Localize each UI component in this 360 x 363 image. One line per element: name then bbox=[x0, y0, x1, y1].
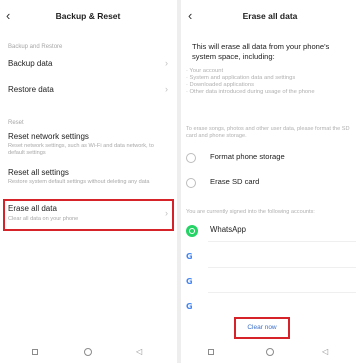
reset-network-label: Reset network settings bbox=[8, 132, 89, 141]
chevron-right-icon: › bbox=[165, 58, 168, 68]
screen-divider bbox=[177, 0, 181, 363]
backup-reset-screen: ‹ Backup & Reset Backup and Restore Back… bbox=[0, 0, 176, 363]
header: ‹ Backup & Reset bbox=[0, 8, 176, 24]
divider bbox=[208, 292, 356, 293]
erase-all-label: Erase all data bbox=[8, 204, 57, 213]
circle-icon[interactable] bbox=[266, 348, 274, 356]
clear-now-button[interactable]: Clear now bbox=[234, 317, 290, 339]
erase-all-data-screen: ‹ Erase all data This will erase all dat… bbox=[182, 0, 358, 363]
list-item: · Downloaded applications bbox=[186, 82, 254, 88]
circle-icon[interactable] bbox=[84, 348, 92, 356]
radio-button[interactable] bbox=[186, 178, 196, 188]
format-phone-option[interactable]: Format phone storage bbox=[186, 151, 354, 165]
list-item: · Your account bbox=[186, 68, 224, 74]
restore-data-label: Restore data bbox=[8, 85, 54, 94]
radio-button[interactable] bbox=[186, 153, 196, 163]
format-note: To erase songs, photos and other user da… bbox=[186, 126, 350, 139]
list-item: · Other data introduced during usage of … bbox=[186, 89, 315, 95]
accounts-note: You are currently signed into the follow… bbox=[186, 209, 315, 215]
reset-all-desc: Restore system default settings without … bbox=[8, 179, 150, 185]
triangle-back-icon[interactable]: ◁ bbox=[136, 347, 142, 357]
header: ‹ Erase all data bbox=[182, 8, 358, 24]
chevron-right-icon: › bbox=[165, 208, 168, 218]
erase-all-desc: Clear all data on your phone bbox=[8, 216, 79, 222]
erase-sd-option[interactable]: Erase SD card bbox=[186, 176, 354, 190]
reset-network-desc: Reset network settings, such as Wi-Fi an… bbox=[8, 143, 154, 156]
google-icon: G bbox=[186, 277, 193, 286]
restore-data-item[interactable]: Restore data › bbox=[0, 82, 176, 98]
reset-all-label: Reset all settings bbox=[8, 168, 69, 177]
format-phone-label: Format phone storage bbox=[210, 152, 285, 161]
backup-data-label: Backup data bbox=[8, 59, 53, 68]
page-title: Erase all data bbox=[242, 11, 298, 21]
section-header-backup: Backup and Restore bbox=[8, 44, 63, 50]
triangle-back-icon[interactable]: ◁ bbox=[322, 347, 328, 357]
section-header-reset: Reset bbox=[8, 120, 24, 126]
chevron-right-icon: › bbox=[165, 84, 168, 94]
google-icon: G bbox=[186, 302, 193, 311]
whatsapp-icon bbox=[186, 225, 198, 237]
square-icon[interactable] bbox=[208, 349, 214, 355]
erase-items-list: · Your account · System and application … bbox=[186, 68, 350, 96]
divider bbox=[208, 241, 356, 242]
reset-all-item[interactable]: Reset all settings Restore system defaul… bbox=[0, 167, 176, 197]
erase-all-data-item[interactable]: Erase all data Clear all data on your ph… bbox=[0, 203, 176, 227]
nav-bar: ◁ bbox=[0, 345, 176, 359]
account-whatsapp: WhatsApp bbox=[186, 224, 356, 242]
google-icon: G bbox=[186, 252, 193, 261]
account-google: G bbox=[186, 250, 356, 268]
account-google: G bbox=[186, 275, 356, 293]
erase-sd-label: Erase SD card bbox=[210, 177, 260, 186]
square-icon[interactable] bbox=[32, 349, 38, 355]
nav-bar: ◁ bbox=[182, 345, 358, 359]
list-item: · System and application data and settin… bbox=[186, 75, 296, 81]
backup-data-item[interactable]: Backup data › bbox=[0, 56, 176, 72]
erase-warning-text: This will erase all data from your phone… bbox=[192, 42, 330, 61]
account-google: G bbox=[186, 300, 356, 314]
whatsapp-label: WhatsApp bbox=[210, 225, 246, 234]
divider bbox=[208, 267, 356, 268]
page-title: Backup & Reset bbox=[55, 11, 121, 21]
reset-network-item[interactable]: Reset network settings Reset network set… bbox=[0, 131, 176, 161]
